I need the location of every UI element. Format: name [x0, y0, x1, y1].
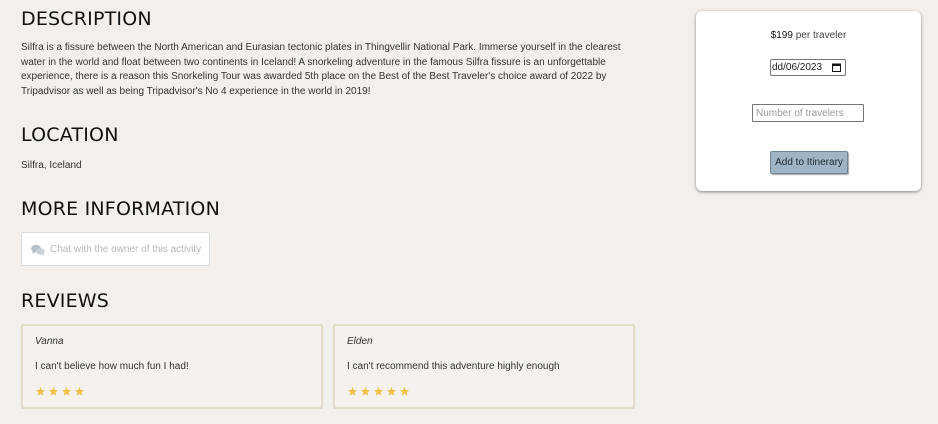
star-icon: [373, 384, 384, 396]
location-heading: LOCATION: [21, 124, 119, 146]
review-card: Vanna I can't believe how much fun I had…: [21, 324, 323, 409]
star-icon: [35, 384, 46, 396]
star-icon: [347, 384, 358, 396]
number-of-travelers-input[interactable]: [752, 104, 864, 122]
chat-placeholder-text: Chat with the owner of this activity: [50, 243, 202, 255]
price-line: $199 per traveler: [696, 30, 921, 41]
date-picker-input[interactable]: dd/06/2023: [770, 59, 846, 76]
price-amount: $199: [770, 30, 793, 41]
reviewer-name: Elden: [347, 336, 373, 347]
calendar-icon[interactable]: [832, 63, 841, 72]
star-icon: [386, 384, 397, 396]
star-rating: [347, 384, 621, 396]
star-icon: [360, 384, 371, 396]
star-icon: [48, 384, 59, 396]
star-icon: [74, 384, 85, 396]
date-value: dd/06/2023: [772, 62, 823, 73]
location-text: Silfra, Iceland: [21, 160, 82, 171]
add-to-itinerary-button[interactable]: Add to Itinerary: [770, 151, 848, 174]
review-card: Elden I can't recommend this adventure h…: [333, 324, 635, 409]
chat-bubbles-icon: [31, 243, 45, 256]
review-text: I can't recommend this adventure highly …: [347, 361, 560, 372]
reviewer-name: Vanna: [35, 336, 64, 347]
description-heading: DESCRIPTION: [21, 8, 152, 30]
description-text: Silfra is a fissure between the North Am…: [21, 42, 621, 97]
price-unit: per traveler: [795, 30, 847, 41]
reviews-heading: REVIEWS: [21, 290, 110, 312]
star-icon: [61, 384, 72, 396]
star-icon: [399, 384, 410, 396]
review-text: I can't believe how much fun I had!: [35, 361, 189, 372]
more-information-heading: MORE INFORMATION: [21, 198, 220, 220]
chat-with-owner-input[interactable]: Chat with the owner of this activity: [21, 232, 210, 266]
star-rating: [35, 384, 309, 396]
booking-card: $199 per traveler dd/06/2023 Add to Itin…: [696, 11, 921, 191]
